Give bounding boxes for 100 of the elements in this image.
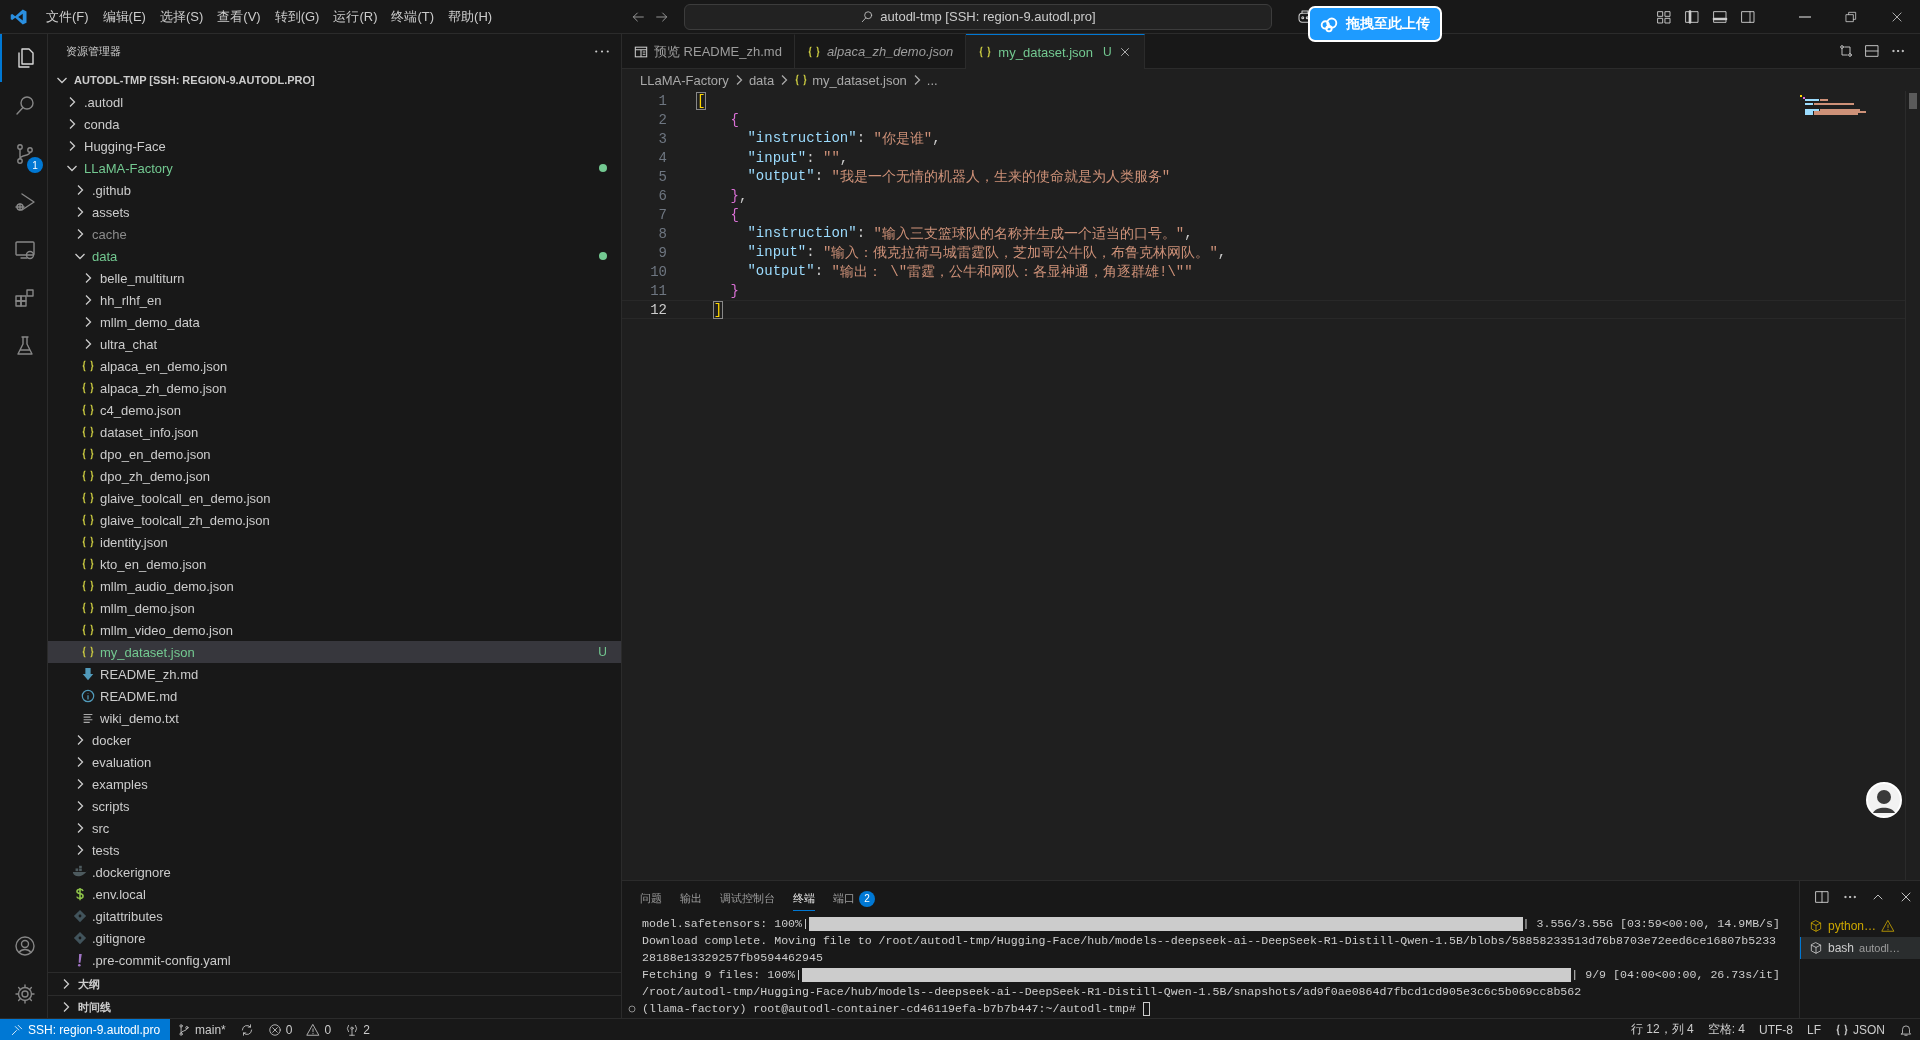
line-number: 6 — [657, 187, 667, 204]
terminal-text: Download complete. Moving file to /root/autodl-tmp/Hugging-Face/hub/models--deepseek-ai--DeepSeek-R1-Distill-Qwen-1.5B/blobs/58858233513d76b8703e72eed6ce16807b5233 — [642, 934, 1777, 947]
file-item[interactable]: mllm_audio_demo.json — [48, 575, 621, 597]
editor-tab[interactable]: my_dataset.json U — [966, 34, 1145, 69]
file-item[interactable]: .gitattributes — [48, 905, 621, 927]
folder-item[interactable]: src — [48, 817, 621, 839]
line-number: 2 — [657, 111, 667, 128]
code-line: [ — [696, 92, 707, 109]
folder-item[interactable]: ultra_chat — [48, 333, 621, 355]
folder-item[interactable]: tests — [48, 839, 621, 861]
count-badge: 2 — [859, 890, 875, 907]
file-item[interactable]: README_zh.md — [48, 663, 621, 685]
panel-tab[interactable]: 端口 2 — [833, 884, 875, 912]
terminal-text: model.safetensors: 100%| — [642, 917, 809, 930]
menu-item[interactable]: 编辑(E) — [96, 3, 152, 30]
breadcrumb-item[interactable]: LLaMA-Factory — [640, 72, 729, 88]
file-item[interactable]: glaive_toolcall_zh_demo.json — [48, 509, 621, 531]
menu-item[interactable]: 帮助(H) — [442, 3, 499, 30]
file-item[interactable]: dpo_zh_demo.json — [48, 465, 621, 487]
breadcrumb-item[interactable]: data — [748, 72, 775, 88]
language-status[interactable]: JSON — [1828, 1019, 1892, 1040]
folder-item[interactable]: Hugging-Face — [48, 135, 621, 157]
folder-item[interactable]: cache — [48, 223, 621, 245]
folder-item[interactable]: evaluation — [48, 751, 621, 773]
line-number: 3 — [657, 130, 667, 147]
file-item[interactable]: c4_demo.json — [48, 399, 621, 421]
file-item[interactable]: alpaca_en_demo.json — [48, 355, 621, 377]
terminal-text: Fetching 9 files: 100%| — [642, 968, 803, 981]
file-item[interactable]: mllm_demo.json — [48, 597, 621, 619]
folder-item[interactable]: conda — [48, 113, 621, 135]
code-line: }, — [729, 187, 749, 204]
menu-item[interactable]: 运行(R) — [327, 3, 384, 30]
warnings-status[interactable]: 0 — [299, 1019, 339, 1040]
folder-item[interactable]: belle_multiturn — [48, 267, 621, 289]
code-line: "input": "输入：俄克拉荷马城雷霆队，芝加哥公牛队，布鲁克林网队。", — [746, 243, 1228, 262]
line-number: 12 — [649, 301, 667, 318]
command-center-search[interactable]: autodl-tmp [SSH: region-9.autodl.pro] — [684, 3, 1272, 30]
menu-item[interactable]: 选择(S) — [153, 3, 210, 30]
code-line: "output": "输出： \"雷霆，公牛和网队：各显神通，角逐群雄!\"" — [746, 262, 1194, 281]
activity-bar-tab[interactable]: 1 — [0, 130, 47, 178]
line-number: 1 — [657, 92, 667, 109]
status-item[interactable]: LF — [1799, 1019, 1828, 1040]
code-line: } — [729, 282, 740, 299]
folder-item[interactable]: mllm_demo_data — [48, 311, 621, 333]
menu-item[interactable]: 转到(G) — [268, 3, 326, 30]
file-item[interactable]: glaive_toolcall_en_demo.json — [48, 487, 621, 509]
terminal-text: 28188e13329257fb9594462945 — [642, 951, 823, 964]
line-number: 4 — [657, 149, 667, 166]
file-item[interactable]: dpo_en_demo.json — [48, 443, 621, 465]
folder-item[interactable]: AUTODL-TMP [SSH: REGION-9.AUTODL.PRO] — [48, 69, 621, 91]
folder-item[interactable]: scripts — [48, 795, 621, 817]
file-item[interactable]: .dockerignore — [48, 861, 621, 883]
folder-item[interactable]: assets — [48, 201, 621, 223]
folder-item[interactable]: .github — [48, 179, 621, 201]
status-item[interactable]: 行 12，列 4 — [1623, 1019, 1701, 1040]
breadcrumb-item[interactable]: ... — [926, 72, 938, 88]
file-item[interactable]: dataset_info.json — [48, 421, 621, 443]
panel-tab[interactable]: 输出 — [680, 885, 702, 911]
panel-tab[interactable]: 问题 — [640, 885, 662, 911]
file-item[interactable]: wiki_demo.txt — [48, 707, 621, 729]
errors-status[interactable]: 0 — [260, 1019, 300, 1040]
count-badge: 1 — [27, 157, 43, 173]
file-item[interactable]: kto_en_demo.json — [48, 553, 621, 575]
file-item[interactable]: .env.local — [48, 883, 621, 905]
file-item[interactable]: mllm_video_demo.json — [48, 619, 621, 641]
folder-item[interactable]: LLaMA-Factory — [48, 157, 621, 179]
breadcrumb-item[interactable]: my_dataset.json — [794, 72, 907, 88]
folder-item[interactable]: docker — [48, 729, 621, 751]
terminal-text: /root/autodl-tmp/Hugging-Face/hub/models--deepseek-ai--DeepSeek-R1-Distill-Qwen-1.5B/snapshots/ad9f0ae0864d7fbcd1cd905e3c6c5b069cc8b562 — [642, 985, 1582, 998]
terminal-item[interactable]: bash autodl… — [1800, 937, 1920, 959]
file-item[interactable]: my_dataset.json U — [48, 641, 621, 663]
file-item[interactable]: alpaca_zh_demo.json — [48, 377, 621, 399]
section-header[interactable]: 大纲 — [48, 972, 621, 995]
editor-tab[interactable]: 预览 README_zh.md — [622, 34, 795, 68]
code-line: ] — [712, 301, 724, 318]
file-item[interactable]: .gitignore — [48, 927, 621, 949]
panel-tab[interactable]: 调试控制台 — [720, 885, 775, 911]
menu-item[interactable]: 文件(F) — [40, 3, 95, 30]
menu-item[interactable]: 查看(V) — [211, 3, 267, 30]
folder-item[interactable]: examples — [48, 773, 621, 795]
remote-status[interactable]: SSH: region-9.autodl.pro — [0, 1019, 171, 1040]
branch-status[interactable]: main* — [170, 1019, 233, 1040]
file-item[interactable]: identity.json — [48, 531, 621, 553]
line-number: 10 — [649, 263, 667, 280]
ports-status[interactable]: 2 — [338, 1019, 377, 1040]
folder-item[interactable]: data — [48, 245, 621, 267]
code-line: { — [729, 206, 740, 223]
folder-item[interactable]: .autodl — [48, 91, 621, 113]
line-number: 11 — [649, 282, 667, 299]
code-line: { — [729, 111, 740, 128]
panel-tab[interactable]: 终端 — [793, 885, 815, 911]
file-item[interactable]: README.md — [48, 685, 621, 707]
terminal-text: | 9/9 [04:00<00:00, 26.73s/it] — [1571, 968, 1780, 981]
terminal-item[interactable]: python… — [1800, 915, 1920, 937]
file-item[interactable]: .pre-commit-config.yaml — [48, 949, 621, 971]
line-number: 5 — [657, 168, 667, 185]
menu-item[interactable]: 终端(T) — [385, 3, 441, 30]
status-item[interactable]: 空格: 4 — [1700, 1019, 1752, 1040]
folder-item[interactable]: hh_rlhf_en — [48, 289, 621, 311]
status-item[interactable]: UTF-8 — [1751, 1019, 1800, 1040]
